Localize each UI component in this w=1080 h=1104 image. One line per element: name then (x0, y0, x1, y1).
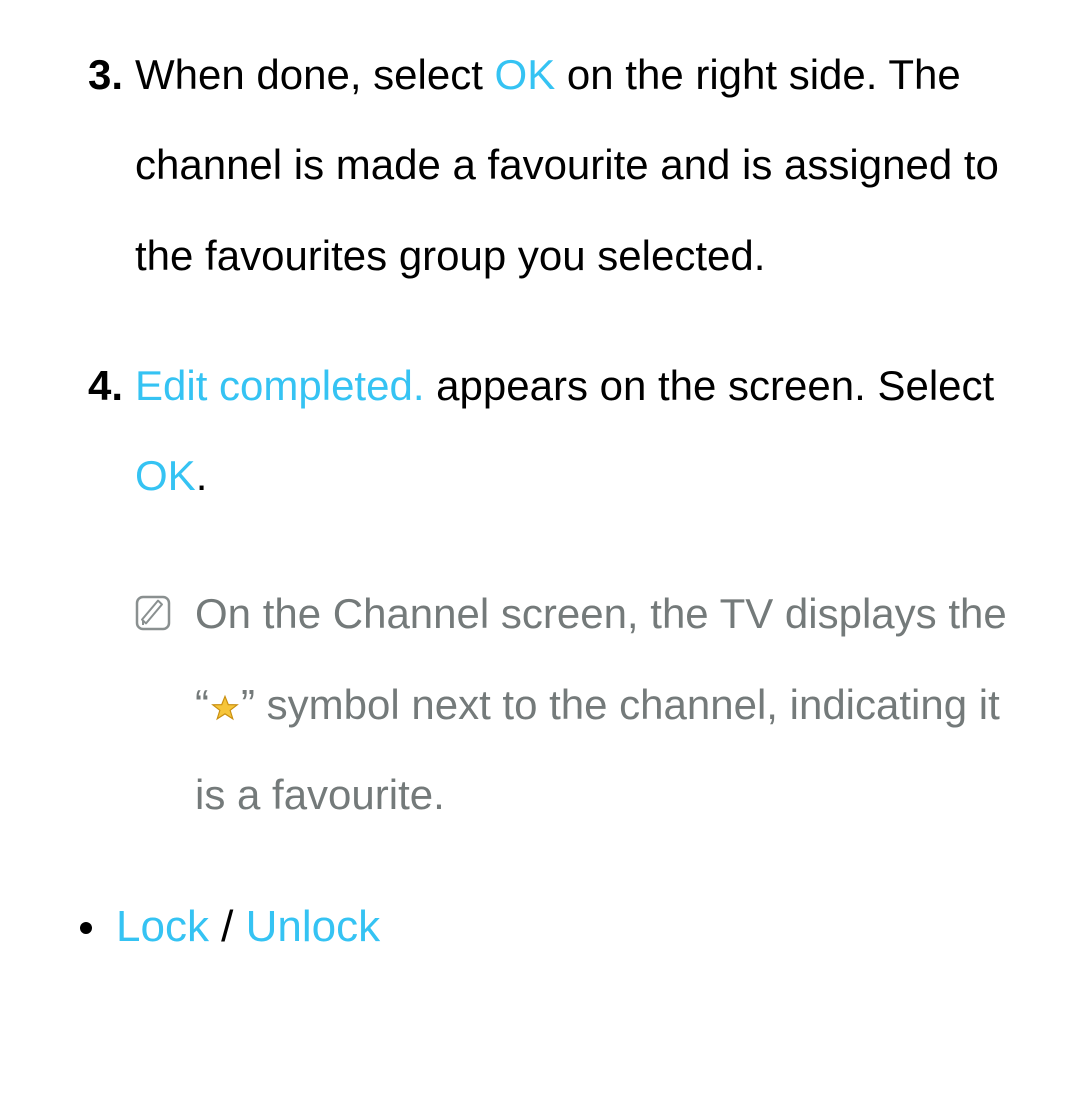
step-4: 4. Edit completed. appears on the screen… (80, 341, 1050, 840)
unlock-label: Unlock (246, 902, 381, 951)
note-text-after: ” symbol next to the channel, indicating… (195, 681, 1000, 818)
star-icon (211, 694, 239, 722)
step-number-3: 3. (80, 30, 135, 301)
step-3-text-before: When done, select (135, 51, 495, 98)
step-number-4: 4. (80, 341, 135, 840)
bullet-icon (80, 922, 92, 934)
step-4-text-mid: appears on the screen. Select (425, 362, 995, 409)
lock-unlock-bullet: Lock / Unlock (80, 880, 1050, 975)
note-block: On the Channel screen, the TV displays t… (135, 569, 1050, 840)
step-3: 3. When done, select OK on the right sid… (80, 30, 1050, 301)
ok-label: OK (495, 51, 556, 98)
edit-completed-label: Edit completed. (135, 362, 425, 409)
note-icon (135, 569, 175, 840)
step-4-body: Edit completed. appears on the screen. S… (135, 341, 1050, 840)
bullet-text: Lock / Unlock (116, 880, 380, 975)
step-3-body: When done, select OK on the right side. … (135, 30, 1050, 301)
bullet-separator: / (209, 902, 246, 951)
step-4-period: . (196, 452, 208, 499)
note-body: On the Channel screen, the TV displays t… (195, 569, 1050, 840)
ok-label-2: OK (135, 452, 196, 499)
lock-label: Lock (116, 902, 209, 951)
